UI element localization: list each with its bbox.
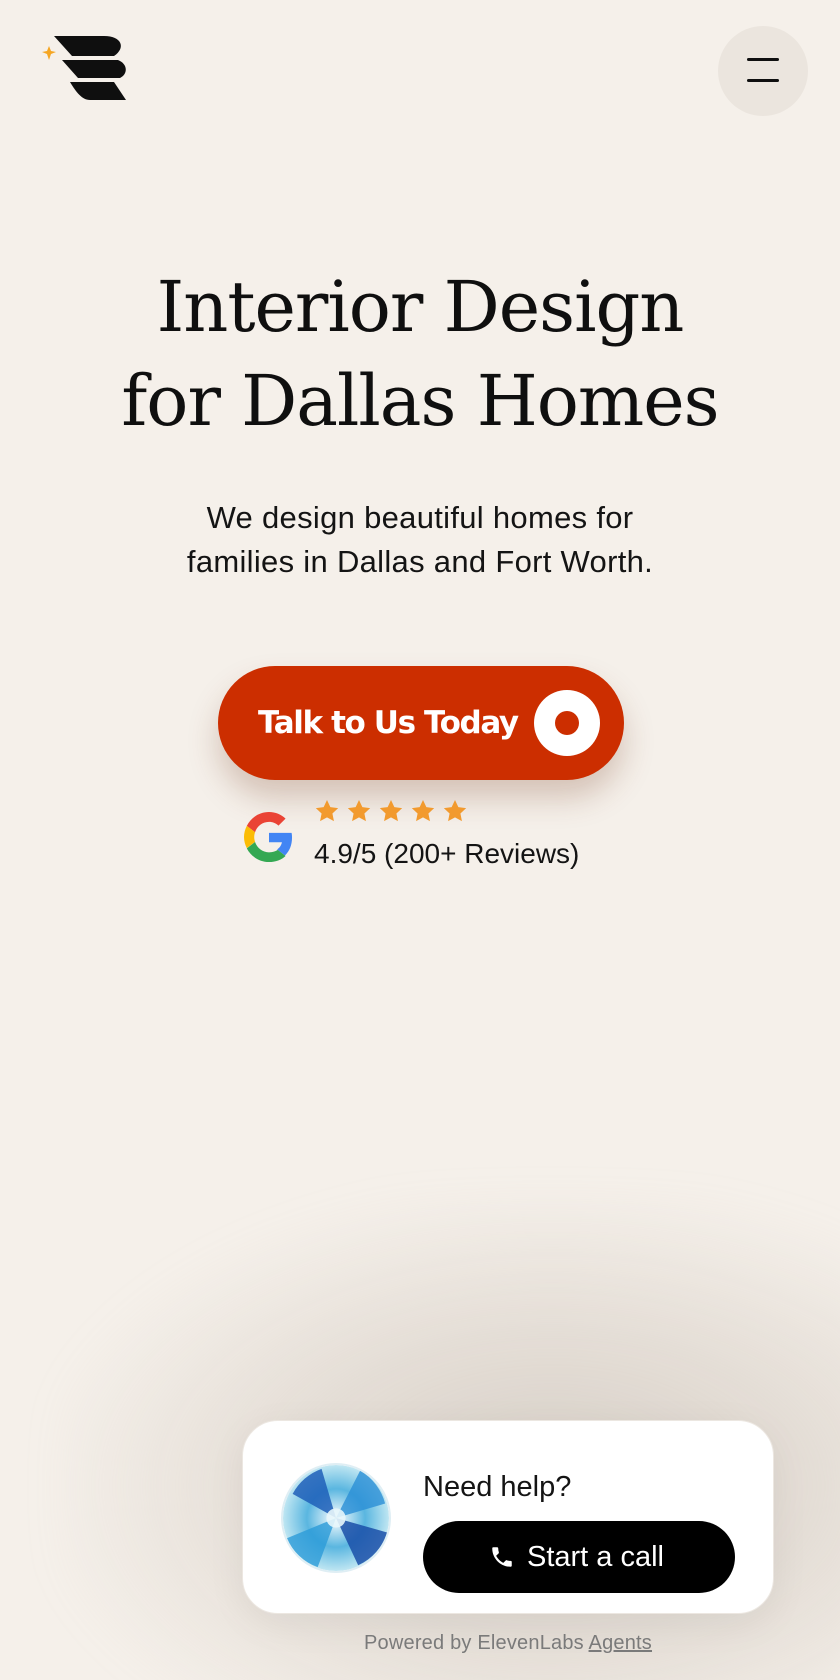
star-icon [411,799,435,822]
hero-subtitle: We design beautiful homes for families i… [0,496,840,584]
need-help-text: Need help? [423,1471,572,1503]
brand-logo-icon[interactable] [42,34,134,104]
phone-icon [492,1547,512,1567]
talk-to-us-label: Talk to Us Today [258,705,519,741]
start-call-button[interactable]: Start a call [423,1521,735,1593]
rating-stars [314,798,468,828]
talk-to-us-button[interactable]: Talk to Us Today [218,666,624,780]
star-icon [443,799,467,822]
powered-by-prefix: Powered by ElevenLabs [363,1632,584,1654]
star-icon [315,799,339,822]
star-icon [347,799,371,822]
powered-by-text: Powered by ElevenLabs Agents [242,1632,774,1655]
page: Interior Design for Dallas Homes We desi… [0,0,840,1680]
star-icon [379,799,403,822]
hamburger-menu-icon-bottom [747,79,779,82]
hero-title: Interior Design for Dallas Homes [0,260,840,448]
menu-button[interactable] [718,26,808,116]
record-dot-icon [534,690,600,756]
agents-link[interactable]: Agents [589,1632,652,1654]
hero-subtitle-line-1: We design beautiful homes for [206,500,634,535]
google-icon [244,812,293,862]
hero-title-line-2: for Dallas Homes [121,360,719,442]
rating-text: 4.9/5 (200+ Reviews) [314,838,580,869]
hero-title-line-1: Interior Design [156,266,685,348]
voice-agent-widget: Need help? Start a call [242,1420,774,1614]
hero-subtitle-line-2: families in Dallas and Fort Worth. [186,544,654,579]
start-call-label: Start a call [527,1541,664,1573]
agent-orb-avatar [281,1463,391,1573]
hamburger-menu-icon-top [747,58,779,61]
